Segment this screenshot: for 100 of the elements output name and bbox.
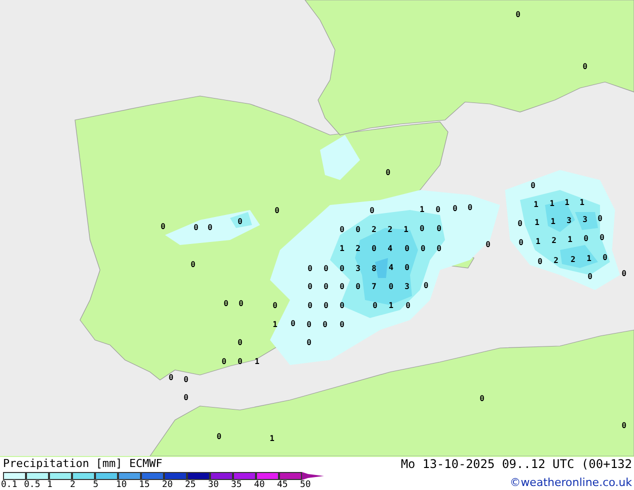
precipitation-value: 0 [436,245,442,253]
precipitation-value: 0 [452,205,458,213]
precipitation-value: 0 [238,300,244,308]
precipitation-value: 0 [190,261,196,269]
scale-label: 0.5 [24,480,40,490]
precipitation-value: 0 [340,283,344,291]
scale-label: 2 [70,480,76,490]
precipitation-value: 4 [388,245,392,253]
precipitation-value: 1 [404,226,408,234]
precipitation-value: 0 [272,302,278,310]
precipitation-value: 0 [208,224,212,232]
scale-label: 35 [231,480,242,490]
precipitation-value: 1 [580,199,584,207]
precipitation-value: 0 [216,433,222,441]
valid-time: Mo 13-10-2025 09..12 UTC (00+132 [400,457,632,472]
precipitation-value: 2 [372,226,376,234]
precipitation-value: 1 [550,218,556,226]
precipitation-value: 0 [274,207,280,215]
precipitation-value: 0 [160,223,166,231]
precipitation-value: 3 [404,283,410,291]
precipitation-value: 0 [530,182,536,190]
precipitation-value: 0 [516,11,520,19]
precipitation-value: 0 [322,321,328,329]
precipitation-value: 0 [424,282,428,290]
precipitation-value: 0 [388,283,394,291]
precipitation-value: 0 [436,225,442,233]
precipitation-value: 0 [538,258,542,266]
precipitation-value: 0 [518,220,522,228]
precipitation-value: 0 [224,300,228,308]
precipitation-value: 2 [356,245,360,253]
precipitation-value: 0 [356,226,360,234]
precipitation-value: 0 [324,283,328,291]
precipitation-value: 8 [372,265,376,273]
precipitation-value: 1 [534,219,540,227]
precipitation-value: 0 [622,422,626,430]
precipitation-value: 0 [290,320,296,328]
precipitation-value: 0 [306,339,312,347]
scale-label: 20 [162,480,173,490]
precipitation-value: 0 [222,358,226,366]
precipitation-value: 0 [324,265,328,273]
precipitation-value: 0 [370,207,374,215]
precipitation-value: 3 [356,265,360,273]
precipitation-value: 0 [306,321,312,329]
precipitation-value: 4 [388,264,394,272]
precipitation-value: 0 [194,224,198,232]
precipitation-value: 0 [420,245,426,253]
precipitation-value: 1 [586,255,592,263]
precipitation-value: 3 [566,217,572,225]
precipitation-value: 3 [582,216,588,224]
precipitation-value: 1 [270,435,274,443]
scale-label: 15 [139,480,150,490]
precipitation-value: 0 [404,264,410,272]
scale-label: 30 [208,480,219,490]
precipitation-value: 0 [436,206,440,214]
credit-link[interactable]: ©weatheronline.co.uk [510,476,632,489]
precipitation-value: 0 [406,302,410,310]
precipitation-value: 1 [388,302,394,310]
scale-label: 45 [277,480,288,490]
precipitation-value: 0 [584,235,588,243]
scale-label: 1 [47,480,52,490]
precipitation-value: 0 [602,254,608,262]
precipitation-value: 0 [238,358,242,366]
precipitation-value: 0 [582,63,588,71]
precipitation-value: 1 [568,236,572,244]
precipitation-value: 1 [254,358,260,366]
scale-label: 10 [116,480,127,490]
precipitation-value: 0 [518,239,524,247]
scale-label: 5 [93,480,98,490]
precipitation-value: 0 [308,265,312,273]
precipitation-value: 0 [238,339,242,347]
precipitation-value: 1 [534,201,538,209]
precipitation-value: 7 [372,283,376,291]
precipitation-value: 2 [570,256,576,264]
precipitation-value: 2 [388,226,392,234]
precipitation-value: 0 [600,234,604,242]
precipitation-value: 0 [468,204,472,212]
precipitation-value: 0 [324,302,328,310]
scale-label: 50 [300,480,311,490]
model-name: ECMWF [129,457,162,471]
precipitation-value: 0 [340,321,344,329]
precipitation-value: 0 [588,273,592,281]
precipitation-value: 0 [386,169,390,177]
precipitation-value: 1 [420,206,424,214]
scale-label: 25 [185,480,196,490]
precipitation-value: 0 [340,265,344,273]
precipitation-value: 2 [552,237,556,245]
precipitation-value: 0 [598,215,602,223]
precipitation-value: 0 [184,376,188,384]
precipitation-value: 1 [340,245,344,253]
precipitation-value: 1 [564,199,570,207]
precipitation-value: 1 [536,238,540,246]
precipitation-value: 0 [372,245,376,253]
precipitation-value: 0 [308,302,312,310]
precipitation-value: 1 [272,321,278,329]
precipitation-value: 0 [372,302,378,310]
precipitation-value: 0 [340,226,344,234]
legend-title: Precipitation [mm] [3,457,122,471]
precipitation-value: 0 [238,218,242,226]
precipitation-value: 0 [356,283,360,291]
precipitation-value: 0 [622,270,626,278]
